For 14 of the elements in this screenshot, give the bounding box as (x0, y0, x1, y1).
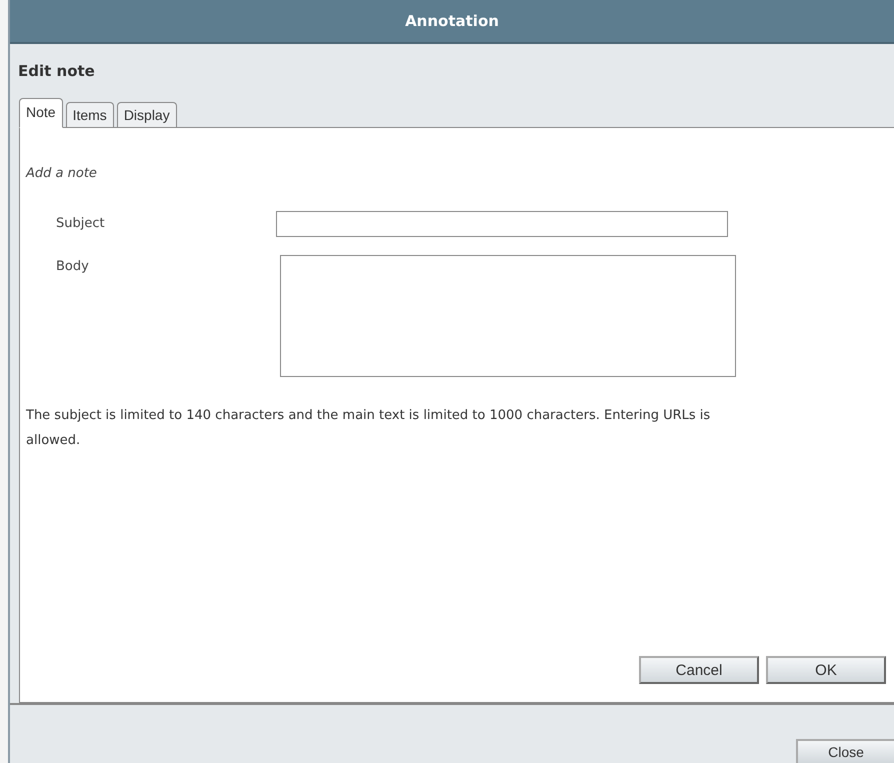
tab[interactable]: Items (66, 102, 114, 127)
field-label: Subject (56, 216, 106, 231)
dialog-button[interactable]: Cancel (639, 656, 759, 684)
tab[interactable]: Note (19, 98, 63, 128)
section-title: Add a note (26, 166, 98, 181)
close-button[interactable]: Close (796, 739, 894, 763)
dialog-heading: Edit note (18, 62, 96, 82)
tab[interactable]: Display (116, 102, 177, 127)
input-field[interactable] (276, 211, 728, 237)
text-area[interactable] (280, 255, 736, 377)
dialog-button[interactable]: OK (766, 656, 886, 684)
info-text: The subject is limited to 140 characters and the main text is limited to 1000 characters. Entering URLs is allowed. (26, 407, 712, 450)
window-title: Annotation (10, 0, 894, 44)
field-label: Body (56, 259, 90, 274)
